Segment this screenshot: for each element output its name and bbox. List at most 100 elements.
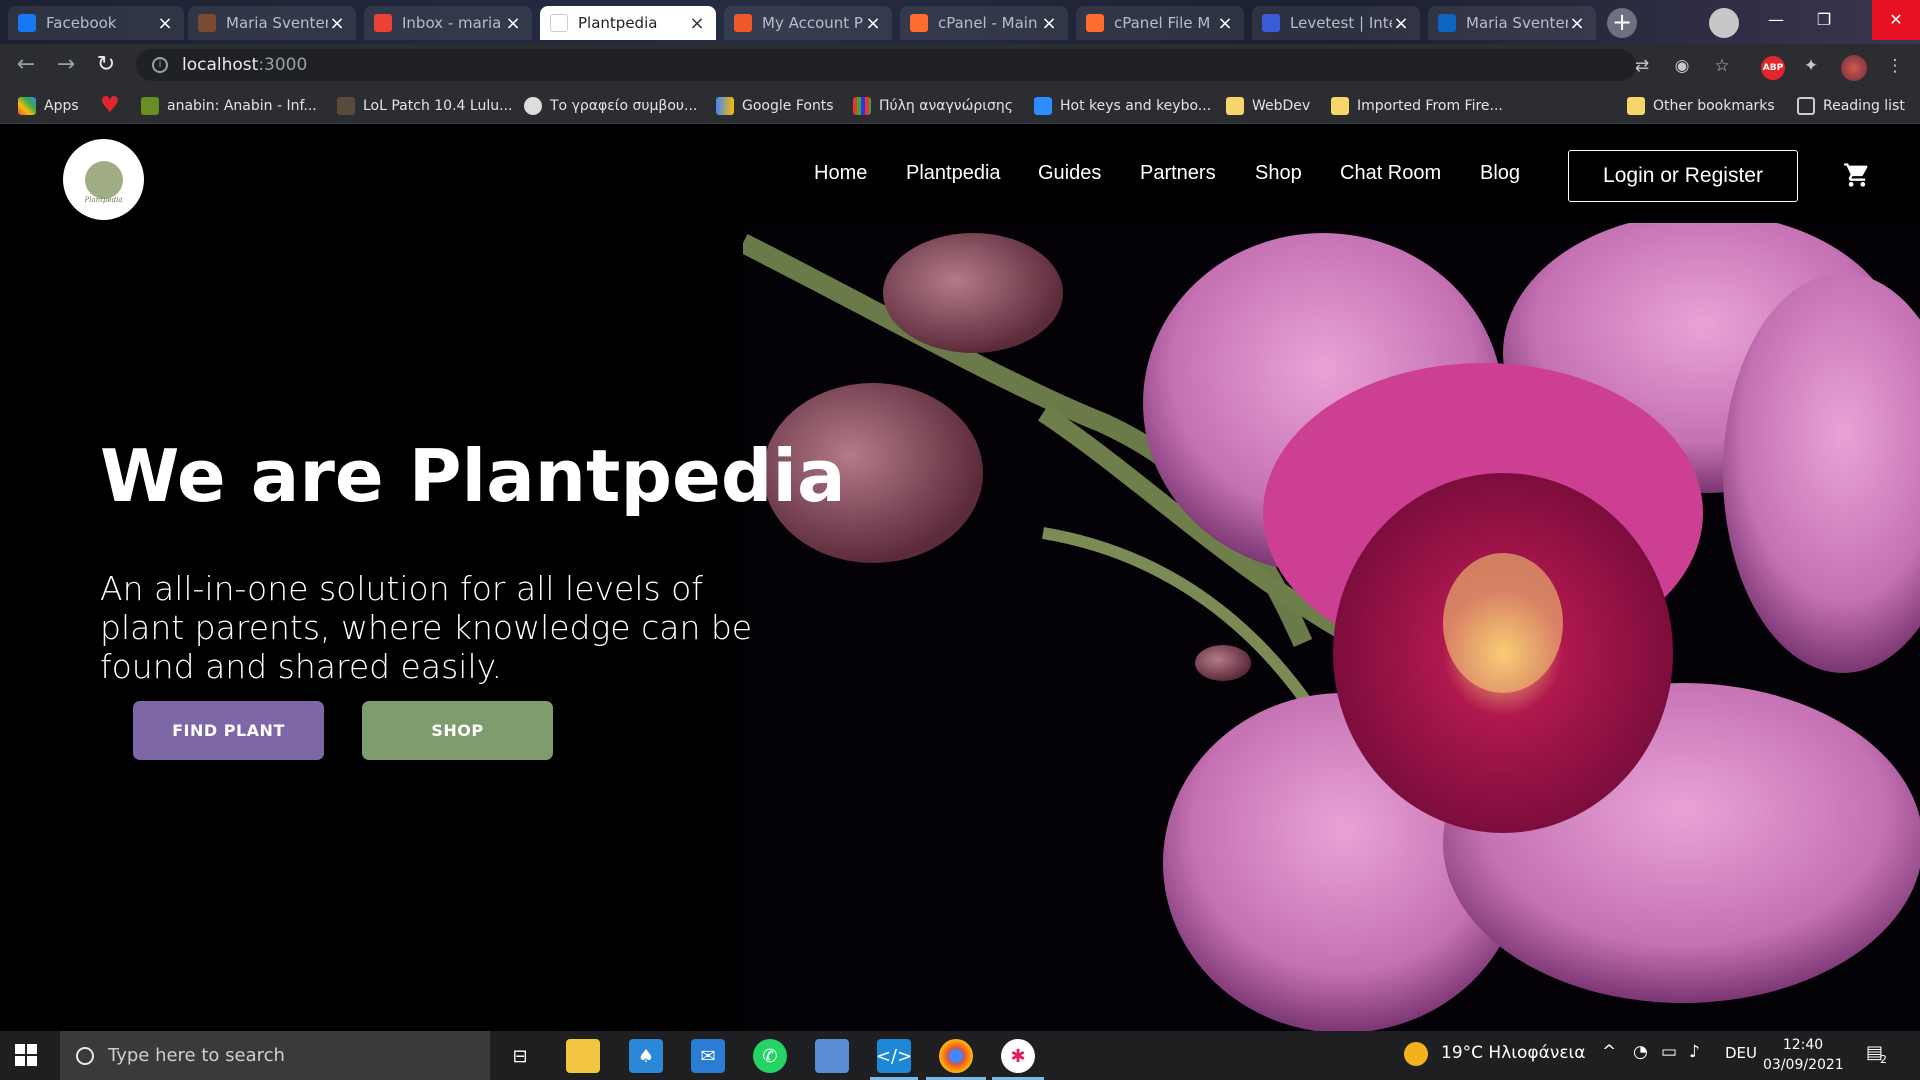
solitaire-icon[interactable]: ♠	[629, 1039, 663, 1073]
clock-date: 03/09/2021	[1763, 1057, 1844, 1073]
bookmark-greek-portal[interactable]: Πύλη αναγνώρισης	[853, 95, 1013, 117]
bookmark-anabin[interactable]: anabin: Anabin - Inf...	[141, 95, 317, 117]
nav-shop[interactable]: Shop	[1255, 162, 1302, 185]
bookmark-hot-keys[interactable]: Hot keys and keybo...	[1034, 95, 1211, 117]
bookmark-label: Πύλη αναγνώρισης	[879, 98, 1013, 114]
vscode-icon[interactable]: </>	[876, 1039, 912, 1073]
login-register-button[interactable]: Login or Register	[1568, 150, 1798, 202]
forward-icon[interactable]: →	[52, 52, 80, 80]
bookmark-apps[interactable]: Apps	[18, 95, 79, 117]
orchid-hero-image	[743, 223, 1920, 1031]
address-bar: ← → ↻ i localhost :3000 ⇄ ◉ ☆ ABP ✦ ⋮	[0, 44, 1920, 86]
tab-label: Maria Sventeri	[226, 14, 328, 32]
weather-text[interactable]: 19°C Ηλιοφάνεια	[1441, 1043, 1585, 1063]
adblock-icon[interactable]: ABP	[1761, 56, 1785, 80]
bookmark-label: Imported From Fire...	[1357, 98, 1503, 114]
nav-guides[interactable]: Guides	[1038, 162, 1101, 185]
mail-icon[interactable]: ✉	[691, 1039, 725, 1073]
bookmark-heart[interactable]: ♥	[100, 95, 126, 117]
bookmark-google-fonts[interactable]: Google Fonts	[716, 95, 834, 117]
close-icon[interactable]: ×	[328, 13, 346, 34]
nav-partners[interactable]: Partners	[1140, 162, 1216, 185]
folder-icon	[1331, 97, 1349, 115]
avatar[interactable]	[1841, 55, 1867, 81]
nav-plantpedia[interactable]: Plantpedia	[906, 162, 1001, 185]
url-field[interactable]: i localhost :3000	[136, 49, 1636, 81]
nav-blog[interactable]: Blog	[1480, 162, 1520, 185]
logo-text: Plantpedia	[84, 196, 123, 204]
leve-icon	[1262, 14, 1280, 32]
battery-icon[interactable]: ▭	[1661, 1042, 1677, 1062]
tab-facebook[interactable]: Facebook ×	[8, 6, 184, 40]
close-icon[interactable]: ×	[156, 13, 174, 34]
clock[interactable]: 12:40 03/09/2021	[1763, 1035, 1844, 1075]
menu-kebab-icon[interactable]: ⋮	[1884, 55, 1906, 77]
close-icon[interactable]: ×	[1216, 13, 1234, 34]
tab-my-account[interactable]: My Account P ×	[724, 6, 892, 40]
notification-count: 2	[1880, 1053, 1887, 1066]
close-icon[interactable]: ×	[1040, 13, 1058, 34]
cpanel-icon	[910, 14, 928, 32]
tab-cpanel-file[interactable]: cPanel File M ×	[1076, 6, 1244, 40]
chrome-icon[interactable]	[939, 1039, 973, 1073]
reload-icon[interactable]: ↻	[92, 52, 120, 80]
shop-button[interactable]: SHOP	[362, 701, 553, 760]
chevron-up-icon[interactable]: ^	[1602, 1042, 1616, 1062]
bookmark-label: Hot keys and keybo...	[1060, 98, 1212, 114]
zoom-icon	[1034, 97, 1052, 115]
find-plant-button[interactable]: FIND PLANT	[133, 701, 324, 760]
close-icon[interactable]: ×	[688, 13, 706, 34]
nav-home[interactable]: Home	[814, 162, 867, 185]
window-close-icon[interactable]: ✕	[1872, 0, 1920, 40]
translate-icon[interactable]: ⇄	[1631, 55, 1653, 77]
windows-start-icon[interactable]	[15, 1044, 37, 1066]
tab-linkedin[interactable]: Maria Sventeri ×	[1428, 6, 1596, 40]
restore-icon[interactable]: ❐	[1800, 0, 1848, 40]
tab-plantpedia[interactable]: Plantpedia ×	[540, 6, 716, 40]
anabin-icon	[141, 97, 159, 115]
tab-maria-sventeri[interactable]: Maria Sventeri ×	[188, 6, 356, 40]
language-indicator[interactable]: DEU	[1725, 1044, 1757, 1062]
slack-icon[interactable]: ✱	[1001, 1039, 1035, 1073]
bookmark-webdev[interactable]: WebDev	[1226, 95, 1310, 117]
bookmark-reading-list[interactable]: Reading list	[1797, 95, 1905, 117]
extensions-icon[interactable]: ✦	[1800, 55, 1822, 77]
bookmark-greek-office[interactable]: Το γραφείο συμβου...	[524, 95, 697, 117]
hero-subline: An all-in-one solution for all levels of…	[100, 569, 753, 686]
tab-search-icon[interactable]	[1709, 8, 1739, 38]
profile-icon	[198, 14, 216, 32]
new-tab-button[interactable]: +	[1607, 8, 1637, 38]
back-icon[interactable]: ←	[12, 52, 40, 80]
heart-icon: ♥	[100, 93, 120, 118]
shopping-cart-icon[interactable]	[1843, 161, 1871, 189]
bookmark-other[interactable]: Other bookmarks	[1627, 95, 1775, 117]
whatsapp-icon[interactable]: ✆	[753, 1039, 787, 1073]
close-icon[interactable]: ×	[1568, 13, 1586, 34]
close-icon[interactable]: ×	[504, 13, 522, 34]
close-icon[interactable]: ×	[864, 13, 882, 34]
minimize-icon[interactable]: —	[1752, 0, 1800, 40]
app-icon[interactable]	[815, 1039, 849, 1073]
bookmark-label: LoL Patch 10.4 Lulu...	[363, 98, 513, 114]
taskbar-search-input[interactable]: Type here to search	[60, 1031, 490, 1080]
bookmark-lol[interactable]: LoL Patch 10.4 Lulu...	[337, 95, 512, 117]
nav-chat-room[interactable]: Chat Room	[1340, 162, 1441, 185]
bookmark-label: Reading list	[1823, 98, 1905, 114]
tab-label: cPanel - Main	[938, 14, 1038, 32]
bookmark-imported[interactable]: Imported From Fire...	[1331, 95, 1503, 117]
network-icon[interactable]: ◔	[1633, 1042, 1648, 1062]
bookmark-star-icon[interactable]: ☆	[1711, 55, 1733, 77]
file-explorer-icon[interactable]	[566, 1039, 600, 1073]
task-view-icon[interactable]: ⊟	[503, 1039, 537, 1073]
volume-icon[interactable]: ♪	[1689, 1042, 1700, 1062]
site-logo[interactable]: Plantpedia	[63, 139, 144, 220]
close-icon[interactable]: ×	[1392, 13, 1410, 34]
info-icon[interactable]: i	[152, 57, 168, 73]
eye-icon[interactable]: ◉	[1671, 55, 1693, 77]
apps-grid-icon	[18, 97, 36, 115]
tab-inbox[interactable]: Inbox - maria ×	[364, 6, 532, 40]
tab-levetest[interactable]: Levetest | Inte ×	[1252, 6, 1420, 40]
tab-cpanel-main[interactable]: cPanel - Main ×	[900, 6, 1068, 40]
weather-sun-icon[interactable]	[1404, 1042, 1428, 1066]
lol-icon	[337, 97, 355, 115]
